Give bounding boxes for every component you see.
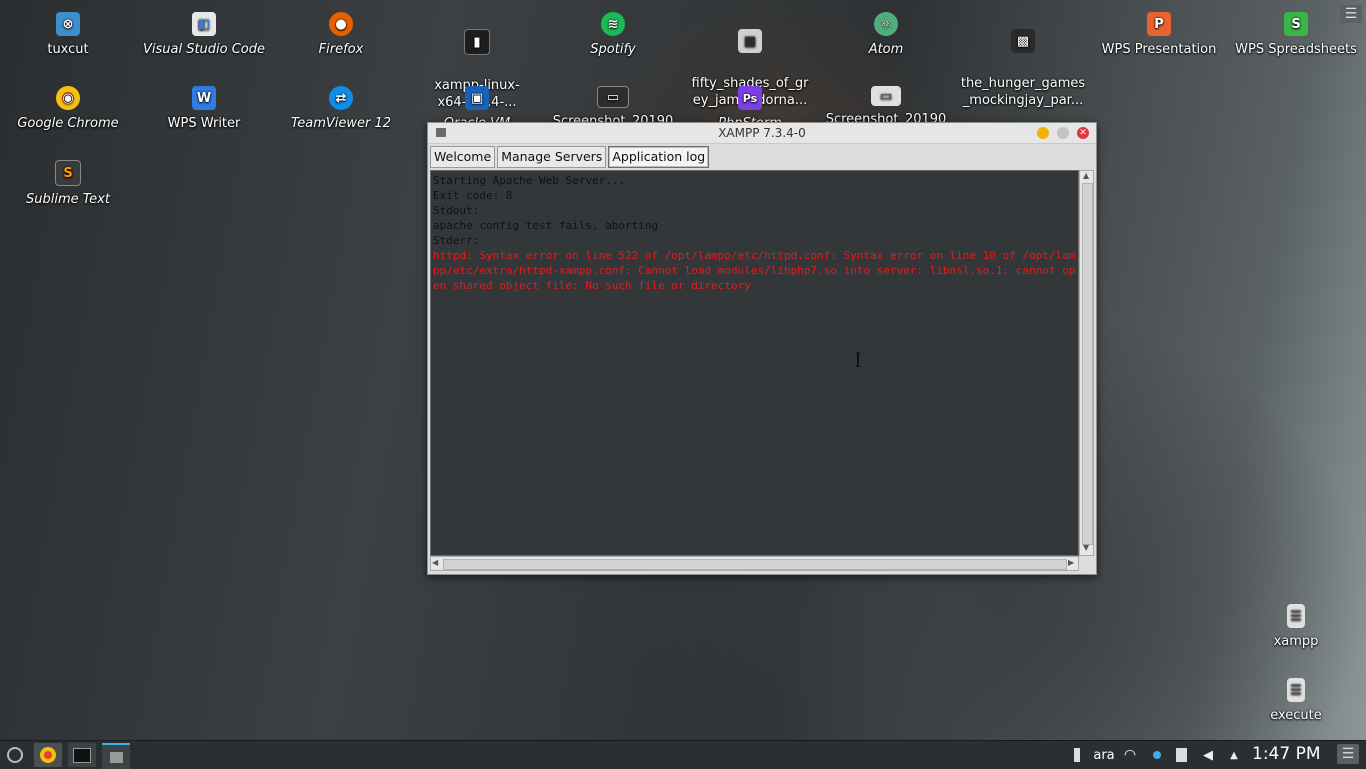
keyboard-layout-indicator[interactable]: ara — [1090, 743, 1118, 767]
desktop-icon-label: WPS Presentation — [1101, 42, 1217, 57]
video-thumb-icon: ▩ — [1011, 29, 1035, 53]
wps-presentation-icon: P — [1147, 12, 1171, 36]
desktop-icon-label: Spotify — [590, 42, 636, 57]
wifi-icon[interactable]: ◠ — [1120, 743, 1140, 767]
tab-manage-servers[interactable]: Manage Servers — [497, 146, 607, 168]
desktop-icon-execute[interactable]: ☰ execute — [1228, 671, 1364, 724]
desktop-toolbox-icon[interactable]: ☰ — [1340, 5, 1362, 23]
log-line: Stderr: — [433, 234, 480, 247]
desktop-icon-atom[interactable]: ⚛ Atom — [818, 5, 954, 58]
desktop-icon-sublime-text[interactable]: S Sublime Text — [0, 153, 136, 208]
window-titlebar[interactable]: XAMPP 7.3.4-0 ✕ — [428, 123, 1096, 144]
virtualbox-icon: ▣ — [465, 86, 489, 110]
desktop-icon-tuxcut[interactable]: ⊗ tuxcut — [0, 5, 136, 58]
video-file-icon: ▦ — [738, 29, 762, 53]
desktop-icon-google-chrome[interactable]: ◉ Google Chrome — [0, 79, 136, 132]
atom-icon: ⚛ — [874, 12, 898, 36]
xampp-window: XAMPP 7.3.4-0 ✕ Welcome Manage Servers A… — [427, 122, 1097, 575]
maximize-button[interactable] — [1057, 127, 1069, 139]
vertical-scroll-thumb[interactable] — [1082, 183, 1093, 545]
taskbar-xampp[interactable] — [102, 743, 130, 769]
desktop-icon-firefox[interactable]: ● Firefox — [273, 5, 409, 58]
close-icon: ✕ — [1079, 128, 1087, 138]
close-button[interactable]: ✕ — [1077, 127, 1089, 139]
desktop-icon-label: xampp — [1273, 634, 1319, 649]
text-cursor-icon: Ι — [854, 348, 862, 372]
wps-writer-icon: W — [192, 86, 216, 110]
vertical-scrollbar[interactable]: ▲ ▼ — [1079, 170, 1094, 556]
horizontal-scroll-thumb[interactable] — [443, 559, 1067, 570]
app-window-icon — [436, 128, 446, 137]
volume-muted-icon[interactable]: ◀ — [1198, 743, 1218, 767]
expand-tray-icon[interactable]: ▲ — [1224, 743, 1244, 767]
panel-menu-icon[interactable]: ☰ — [1337, 744, 1359, 764]
sublime-text-icon: S — [55, 160, 81, 186]
screenshot-file-icon: ▭ — [597, 86, 629, 108]
desktop-icon-teamviewer[interactable]: ⇄ TeamViewer 12 — [273, 79, 409, 132]
xampp-window-icon — [109, 751, 123, 763]
scroll-right-icon[interactable]: ▶ — [1068, 558, 1074, 567]
taskbar: ara ◠ ◀ ▲ 1:47 PM ☰ — [0, 740, 1366, 769]
chrome-icon: ◉ — [56, 86, 80, 110]
desktop-icon-spotify[interactable]: ≋ Spotify — [545, 5, 681, 58]
scroll-up-icon[interactable]: ▲ — [1083, 171, 1089, 180]
wps-spreadsheets-icon: S — [1284, 12, 1308, 36]
terminal-icon — [73, 747, 91, 763]
screenshot-file-icon-2: ▭ — [871, 86, 901, 106]
launcher-icon — [7, 747, 23, 763]
desktop-icon-visual-studio-code[interactable]: ◧ Visual Studio Code — [136, 5, 272, 58]
desktop-icon-label: Sublime Text — [26, 192, 110, 207]
horizontal-scrollbar[interactable]: ◀ ▶ — [430, 556, 1079, 571]
clock[interactable]: 1:47 PM — [1252, 744, 1321, 764]
desktop-icon-label: WPS Spreadsheets — [1235, 42, 1357, 57]
desktop-icon-xampp[interactable]: ☰ xampp — [1228, 597, 1364, 650]
tab-welcome[interactable]: Welcome — [430, 146, 496, 168]
phpstorm-icon: Ps — [738, 86, 762, 110]
clipboard-icon[interactable] — [1172, 743, 1190, 767]
desktop-icon-wps-writer[interactable]: W WPS Writer — [136, 79, 272, 132]
window-title: XAMPP 7.3.4-0 — [718, 126, 806, 140]
document-file-icon: ☰ — [1287, 604, 1305, 628]
desktop-icon-label: Firefox — [318, 42, 364, 57]
firefox-icon: ● — [329, 12, 353, 36]
desktop-icon-label: Google Chrome — [17, 116, 119, 131]
taskbar-terminal[interactable] — [68, 743, 96, 767]
document-file-icon-2: ☰ — [1287, 678, 1305, 702]
spotify-icon: ≋ — [601, 12, 625, 36]
log-line: apache config test fails, aborting — [433, 219, 659, 232]
tuxcut-icon: ⊗ — [56, 12, 80, 36]
desktop-icon-label: Visual Studio Code — [142, 42, 266, 57]
teamviewer-icon: ⇄ — [329, 86, 353, 110]
minimize-button[interactable] — [1037, 127, 1049, 139]
taskbar-chrome[interactable] — [34, 743, 62, 767]
desktop-icon-hunger-games-video[interactable]: ▩ the_hunger_games _mockingjay_par... — [955, 5, 1091, 126]
tab-application-log[interactable]: Application log — [608, 146, 710, 168]
application-log-text[interactable]: Starting Apache Web Server... Exit code:… — [430, 170, 1079, 556]
executable-icon: ▮ — [464, 29, 490, 55]
network-status-icon[interactable] — [1148, 743, 1166, 767]
desktop-icon-label: the_hunger_games _mockingjay_par... — [960, 76, 1086, 108]
log-line: Exit code: 8 — [433, 189, 513, 202]
desktop-icon-label: tuxcut — [47, 42, 89, 57]
desktop-icon-label: TeamViewer 12 — [290, 116, 392, 131]
desktop-icon-label: WPS Writer — [167, 116, 241, 131]
scroll-down-icon[interactable]: ▼ — [1083, 543, 1089, 552]
usb-device-icon[interactable] — [1070, 743, 1084, 767]
scroll-left-icon[interactable]: ◀ — [432, 558, 438, 567]
tab-bar: Welcome Manage Servers Application log — [428, 144, 1096, 169]
desktop-icon-screenshot-2[interactable]: ▭ Screenshot_20190 — [818, 79, 954, 128]
vscode-icon: ◧ — [192, 12, 216, 36]
desktop-icon-label: Atom — [868, 42, 904, 57]
desktop-icon-wps-presentation[interactable]: P WPS Presentation — [1091, 5, 1227, 58]
log-error-message: httpd: Syntax error on line 522 of /opt/… — [433, 249, 1076, 292]
desktop-icon-label: execute — [1270, 708, 1322, 723]
chrome-icon — [40, 747, 56, 763]
app-launcher-button[interactable] — [4, 743, 26, 767]
log-line: Stdout: — [433, 204, 480, 217]
keyboard-layout-label: ara — [1093, 747, 1115, 763]
log-line: Starting Apache Web Server... — [433, 174, 626, 187]
